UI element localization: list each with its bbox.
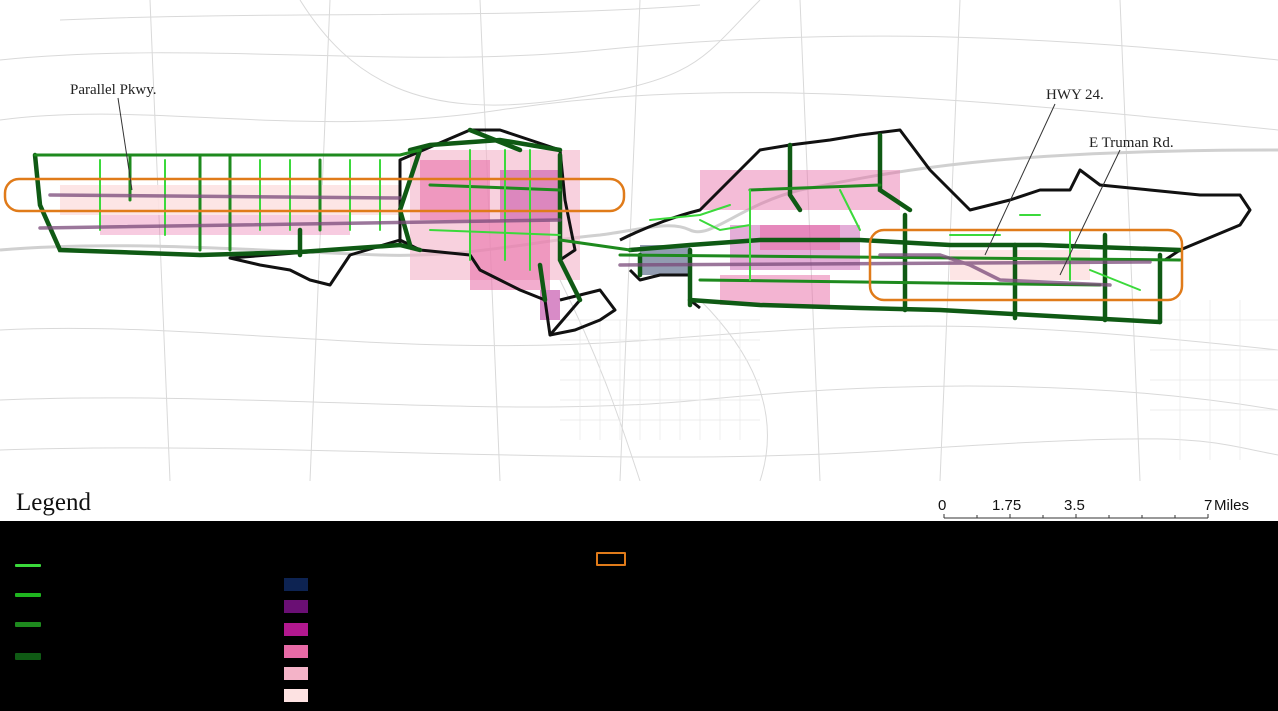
scale-tick-0: 0 — [938, 497, 946, 514]
map-canvas[interactable]: Parallel Pkwy. HWY 24. E Truman Rd. — [0, 0, 1278, 482]
legend-swatch-focus-corridor — [596, 552, 626, 566]
legend-swatch-route-dark — [15, 622, 41, 627]
legend-swatch-density-2 — [284, 600, 308, 613]
legend-swatch-route-light — [15, 564, 41, 567]
legend-swatch-density-3 — [284, 623, 308, 636]
legend-swatch-density-4 — [284, 645, 308, 658]
legend-swatch-route-mid — [15, 593, 41, 597]
scale-tick-3: 7 — [1204, 497, 1212, 514]
scale-bar-line — [943, 514, 1209, 519]
map-figure: Parallel Pkwy. HWY 24. E Truman Rd. Lege… — [0, 0, 1278, 711]
label-parallel-pkwy: Parallel Pkwy. — [70, 82, 157, 98]
basemap-grid — [560, 300, 1278, 460]
legend-body — [0, 521, 1278, 711]
legend-swatch-route-darkest — [15, 653, 41, 660]
map-svg: Parallel Pkwy. HWY 24. E Truman Rd. — [0, 0, 1278, 481]
scale-tick-2: 3.5 — [1064, 497, 1085, 514]
legend-swatch-density-1 — [284, 578, 308, 591]
scale-unit: Miles — [1214, 497, 1249, 514]
legend-swatch-density-6 — [284, 689, 308, 702]
legend-swatch-density-5 — [284, 667, 308, 680]
legend-title: Legend — [16, 489, 91, 516]
basemap-streets — [0, 0, 1278, 481]
scale-bar: 0 1.75 3.5 7 Miles — [938, 497, 1249, 519]
label-hwy-24: HWY 24. — [1046, 87, 1104, 103]
scale-tick-1: 1.75 — [992, 497, 1021, 514]
label-e-truman-rd: E Truman Rd. — [1089, 135, 1174, 151]
